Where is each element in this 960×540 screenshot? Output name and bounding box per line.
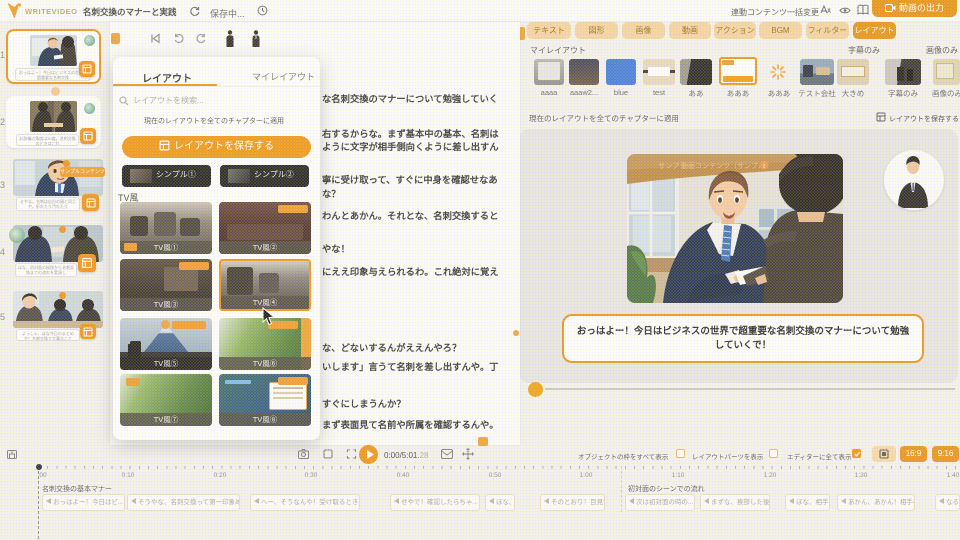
svg-text:サンプ 動画コンテンツ（サンプル）: サンプ 動画コンテンツ（サンプル） [658,161,772,170]
